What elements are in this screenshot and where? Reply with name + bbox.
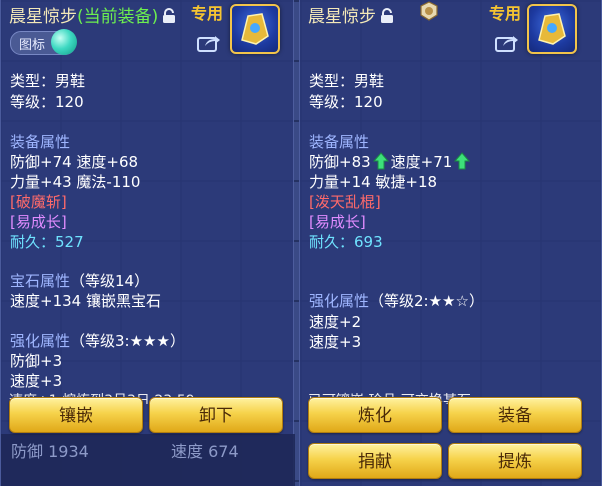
exclusive-label: 专用 [191,4,224,23]
enhance-level: （等级3:★★★） [70,332,185,350]
attribute-line: 力量+43 魔法-110 [10,173,141,191]
item-title: 晨星惊步 [308,2,394,28]
type-line: 类型：男鞋 [309,72,385,90]
gem-heading: 宝石属性 [10,272,71,290]
equip-button[interactable]: 装备 [448,397,582,433]
jewel-icon[interactable] [527,4,577,54]
icon-toggle[interactable]: 图标 [10,29,77,55]
enhance-heading: 强化属性 [309,292,370,310]
share-icon[interactable] [495,34,519,56]
enhance-level: （等级2:★★☆） [369,292,484,310]
speed-value: 速度+71 [390,153,453,171]
refine-button[interactable]: 提炼 [448,443,582,479]
jewel-icon[interactable] [230,4,280,54]
gem-line: 速度+134 镶嵌黑宝石 [10,292,161,310]
toggle-knob [51,29,77,55]
gem-attributes: 宝石属性（等级14） [10,270,149,291]
item-title: 晨星惊步(当前装备) [9,2,176,28]
attributes-heading: 装备属性 [309,133,370,151]
enhance-attributes: 强化属性（等级2:★★☆） [309,290,484,311]
attributes-heading: 装备属性 [10,133,71,151]
special-skill: [泼天乱棍] [309,193,381,211]
special-skill: [破魔斩] [10,193,67,211]
growth-tag: [易成长] [10,213,67,231]
gem-level: （等级14） [70,272,150,290]
level-line: 等级：120 [309,93,383,111]
item-name: 晨星惊步 [9,7,77,27]
growth-tag: [易成长] [309,213,366,231]
speed-stat: 速度 674 [171,442,239,461]
enhance-line: 速度+3 [10,372,63,390]
attribute-line: 力量+14 敏捷+18 [309,173,438,191]
unequip-button[interactable]: 卸下 [149,397,283,433]
enhance-attributes: 强化属性（等级3:★★★） [10,330,185,351]
type-line: 类型：男鞋 [10,72,86,90]
share-icon[interactable] [197,34,221,56]
lock-icon[interactable] [380,8,394,28]
badge-icon [419,1,439,25]
inlay-button[interactable]: 镶嵌 [9,397,143,433]
lock-icon[interactable] [162,8,176,28]
equipped-item-panel: 晨星惊步(当前装备) 专用 图标 类型：男鞋 等级：120 装备属性 防御+74… [0,0,295,486]
enhance-line: 速度+3 [309,333,362,351]
level-line: 等级：120 [10,93,84,111]
attribute-line: 防御+74 速度+68 [10,153,139,171]
defense-value: 防御+83 [309,153,371,171]
durability: 耐久：527 [10,233,84,251]
enhance-heading: 强化属性 [10,332,71,350]
durability: 耐久：693 [309,233,383,251]
donate-button[interactable]: 捐献 [308,443,442,479]
compare-item-panel: 晨星惊步 专用 类型：男鞋 等级：120 装备属性 防御+83 速度+71 力量+… [299,0,602,486]
item-name: 晨星惊步 [308,7,376,27]
defense-stat: 防御 1934 [11,442,89,461]
icon-toggle-label: 图标 [19,38,46,53]
current-equipped-tag: (当前装备) [77,7,159,27]
smelt-button[interactable]: 炼化 [308,397,442,433]
enhance-line: 防御+3 [10,352,63,370]
up-arrow-icon [454,152,471,174]
enhance-line: 速度+2 [309,313,362,331]
exclusive-label: 专用 [489,4,522,23]
